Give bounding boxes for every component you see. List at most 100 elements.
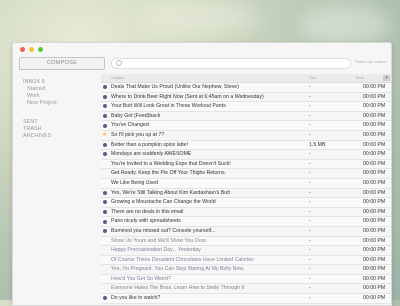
- email-row[interactable]: There are no deals in this email-00:00 P…: [101, 208, 391, 218]
- unread-dot-icon[interactable]: [103, 210, 107, 214]
- email-time: 00:00 PM: [363, 275, 385, 284]
- email-time: 00:00 PM: [363, 227, 385, 236]
- email-row[interactable]: Everyone Hates The Boss. Learn How to Sm…: [101, 284, 391, 294]
- add-column-button[interactable]: +: [383, 75, 390, 81]
- email-row[interactable]: Better than a pumpkin spice latte! 1.5 MB…: [101, 141, 391, 151]
- email-subject: Where to Drink Beer Right Now (Sent at 6…: [111, 93, 264, 102]
- email-subject: Show Us Yours and We'll Show You Ours: [111, 237, 206, 246]
- search-input[interactable]: [111, 58, 351, 69]
- email-row[interactable]: Growing a Moustache Can Change the World…: [101, 198, 391, 208]
- refine-search-link[interactable]: Refine our search: [355, 59, 387, 64]
- email-time: 00:00 PM: [363, 93, 385, 102]
- unread-dot-icon[interactable]: [103, 220, 107, 224]
- email-time: 00:00 PM: [363, 198, 385, 207]
- email-size: -: [309, 179, 311, 188]
- unread-dot-icon[interactable]: [103, 95, 107, 99]
- email-row[interactable]: Deals That Make Us Proud (Unlike Our Nep…: [101, 83, 391, 93]
- email-subject: Happy Procrastination Day... Yesterday: [111, 246, 201, 255]
- email-time: 00:00 PM: [363, 169, 385, 178]
- email-size: -: [309, 208, 311, 217]
- column-header-size[interactable]: Size: [309, 74, 317, 82]
- unread-dot-icon[interactable]: [103, 152, 107, 156]
- email-row[interactable]: How'd You Get So Weird?-00:00 PM: [101, 275, 391, 285]
- email-row[interactable]: Of Course These Decadent Chocolates Have…: [101, 256, 391, 266]
- email-time: 00:00 PM: [363, 237, 385, 246]
- column-header-time[interactable]: Time: [355, 74, 364, 82]
- zoom-window-button[interactable]: [38, 47, 43, 52]
- sidebar-folder[interactable]: INBOX 8: [23, 79, 101, 86]
- list-header: Subject Size Time +: [101, 74, 391, 83]
- mail-window: COMPOSE Refine our search INBOX 8Starred…: [12, 42, 392, 306]
- email-row[interactable]: We Like Being Used-00:00 PM: [101, 179, 391, 189]
- email-subject: Baby Got (Feed)back: [111, 112, 160, 121]
- email-row[interactable]: Get Ready. Keep the Pie Off Your Thighs …: [101, 169, 391, 179]
- unread-dot-icon[interactable]: [103, 143, 107, 147]
- unread-dot-icon[interactable]: [103, 200, 107, 204]
- email-size: -: [309, 294, 311, 303]
- email-row[interactable]: Your Butt Will Look Great in These Worko…: [101, 102, 391, 112]
- email-size: -: [309, 102, 311, 111]
- compose-button[interactable]: COMPOSE: [19, 57, 105, 70]
- email-row[interactable]: Where to Drink Beer Right Now (Sent at 6…: [101, 93, 391, 103]
- email-size: -: [309, 93, 311, 102]
- email-subject: There are no deals in this email: [111, 208, 183, 217]
- email-time: 00:00 PM: [363, 150, 385, 159]
- email-row[interactable]: Yes, I'm Pregnant. You Can Stop Staring …: [101, 265, 391, 275]
- unread-dot-icon[interactable]: [103, 114, 107, 118]
- star-icon[interactable]: ★: [102, 131, 107, 140]
- email-subject: Everyone Hates The Boss. Learn How to Sm…: [111, 284, 244, 293]
- email-row[interactable]: You're Invited to a Wedding Expo that Do…: [101, 160, 391, 170]
- email-size: -: [309, 246, 311, 255]
- email-subject: Better than a pumpkin spice latte!: [111, 141, 188, 150]
- sidebar-folder[interactable]: Work: [23, 93, 101, 100]
- email-size: -: [309, 131, 311, 140]
- email-row[interactable]: Bummed you missed out? Console yourself.…: [101, 227, 391, 237]
- email-subject: Your Butt Will Look Great in These Worko…: [111, 102, 226, 111]
- email-size: -: [309, 237, 311, 246]
- sidebar-folder[interactable]: TRASH: [23, 126, 101, 133]
- sidebar-folder[interactable]: Starred: [23, 86, 101, 93]
- email-size: -: [309, 284, 311, 293]
- email-size: -: [309, 227, 311, 236]
- unread-dot-icon[interactable]: [103, 85, 107, 89]
- email-row[interactable]: Happy Procrastination Day... Yesterday-0…: [101, 246, 391, 256]
- email-size: -: [309, 256, 311, 265]
- email-row[interactable]: Show Us Yours and We'll Show You Ours - 00…: [101, 237, 391, 247]
- email-row[interactable]: ★So I'll pick you up at 7?-00:00 PM: [101, 131, 391, 141]
- email-size: -: [309, 217, 311, 226]
- unread-dot-icon[interactable]: [103, 104, 107, 108]
- email-row[interactable]: You've Changed-00:00 PM: [101, 121, 391, 131]
- email-size: 1.5 MB: [309, 141, 325, 150]
- email-time: 00:00 PM: [363, 112, 385, 121]
- email-row[interactable]: Mondays are suddenly AWESOME-00:00 PM: [101, 150, 391, 160]
- unread-dot-icon[interactable]: [103, 229, 107, 233]
- email-size: -: [309, 189, 311, 198]
- email-time: 00:00 PM: [363, 131, 385, 140]
- search-icon: [116, 60, 122, 66]
- column-header-subject[interactable]: Subject: [111, 74, 124, 82]
- email-row[interactable]: Yes, We're Still Talking About Kim Karda…: [101, 189, 391, 199]
- background-bokeh: [140, 0, 260, 35]
- sidebar: INBOX 8StarredWorkNew Project SENTTRASHA…: [23, 79, 101, 140]
- email-time: 00:00 PM: [363, 294, 385, 303]
- email-subject: Mondays are suddenly AWESOME: [111, 150, 191, 159]
- sidebar-folder[interactable]: SENT: [23, 119, 101, 126]
- sidebar-folder[interactable]: New Project: [23, 100, 101, 107]
- email-time: 00:00 PM: [363, 102, 385, 111]
- unread-dot-icon[interactable]: [103, 191, 107, 195]
- close-window-button[interactable]: [20, 47, 25, 52]
- email-row[interactable]: Baby Got (Feed)back-00:00 PM: [101, 112, 391, 122]
- email-subject: Deals That Make Us Proud (Unlike Our Nep…: [111, 83, 239, 92]
- email-time: 00:00 PM: [363, 265, 385, 274]
- email-subject: We Like Being Used: [111, 179, 158, 188]
- email-row[interactable]: Do you like to watch?-00:00 PM: [101, 294, 391, 304]
- email-subject: Growing a Moustache Can Change the World: [111, 198, 216, 207]
- minimize-window-button[interactable]: [29, 47, 34, 52]
- email-time: 00:00 PM: [363, 217, 385, 226]
- email-subject: You're Invited to a Wedding Expo that Do…: [111, 160, 231, 169]
- email-row[interactable]: Pairs nicely with spreadsheets-00:00 PM: [101, 217, 391, 227]
- unread-dot-icon[interactable]: [103, 124, 107, 128]
- email-size: -: [309, 275, 311, 284]
- sidebar-folder[interactable]: ARCHIVES: [23, 133, 101, 140]
- email-time: 00:00 PM: [363, 284, 385, 293]
